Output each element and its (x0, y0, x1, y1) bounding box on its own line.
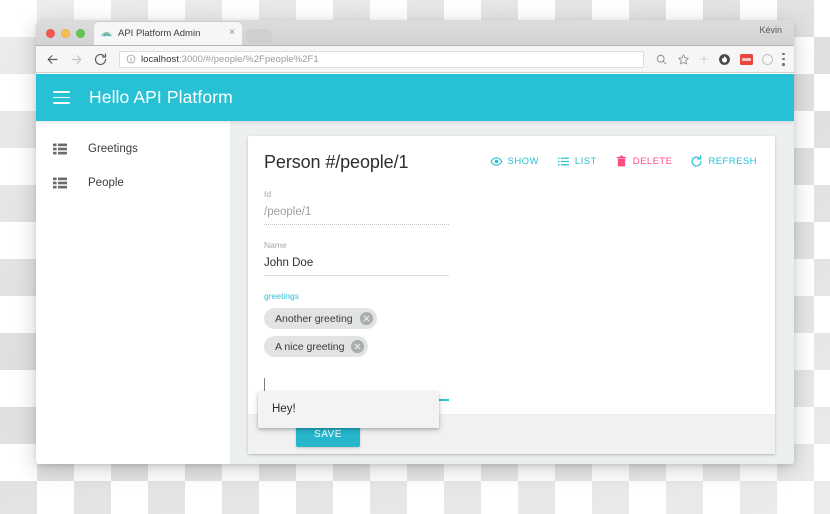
app-body: Greetings People Person #/people/1 SHOW … (36, 121, 794, 464)
autocomplete-dropdown[interactable]: Hey! (258, 392, 439, 428)
browser-tab-strip: API Platform Admin × Kévin (36, 20, 794, 46)
close-circle-icon[interactable] (359, 311, 374, 326)
record-card-header: Person #/people/1 SHOW LIST DELETE REFRE… (248, 136, 775, 177)
browser-window: API Platform Admin × Kévin localhost:300… (36, 20, 794, 464)
extension-red-badge-icon[interactable] (740, 53, 753, 65)
chip[interactable]: A nice greeting (264, 336, 369, 357)
record-card: Person #/people/1 SHOW LIST DELETE REFRE… (248, 136, 775, 454)
delete-button-label: DELETE (632, 156, 673, 167)
browser-tab-title: API Platform Admin (118, 28, 201, 39)
address-bar-url: localhost:3000/#/people/%2Fpeople%2F1 (141, 54, 319, 65)
field-name-value[interactable]: John Doe (264, 257, 449, 275)
refresh-icon (691, 155, 702, 167)
hamburger-icon[interactable] (53, 91, 70, 104)
close-circle-icon[interactable] (350, 339, 365, 354)
extension-flame-icon[interactable] (718, 53, 731, 66)
trash-icon (616, 155, 626, 167)
sidebar-item-greetings[interactable]: Greetings (36, 132, 230, 166)
list-button-label: LIST (574, 156, 597, 167)
list-button[interactable]: LIST (557, 155, 597, 168)
delete-button[interactable]: DELETE (615, 155, 673, 168)
list-grid-icon (53, 143, 67, 155)
new-tab-button[interactable] (246, 29, 272, 43)
list-icon (557, 157, 569, 166)
minimize-window-button[interactable] (61, 29, 70, 38)
sidebar: Greetings People (36, 121, 230, 464)
sidebar-item-label: Greetings (88, 143, 138, 155)
forward-arrow-icon (71, 54, 82, 64)
chip[interactable]: Another greeting (264, 308, 377, 329)
refresh-button-label: REFRESH (708, 156, 757, 167)
record-form: Id /people/1 Name John Doe greetings Ano… (248, 177, 775, 401)
page-title: Person #/people/1 (264, 152, 409, 172)
main-content: Person #/people/1 SHOW LIST DELETE REFRE… (230, 121, 794, 464)
app-title: Hello API Platform (89, 87, 233, 107)
autocomplete-option[interactable]: Hey! (258, 400, 439, 419)
page-viewport: Hello API Platform Greetings People Pers… (36, 74, 794, 464)
sidebar-item-people[interactable]: People (36, 166, 230, 200)
browser-menu-icon[interactable] (782, 52, 785, 66)
bookmark-star-icon[interactable] (677, 53, 690, 66)
url-host: localhost (141, 53, 179, 65)
eye-icon (490, 157, 502, 166)
field-id-label: Id (264, 189, 272, 199)
back-arrow-icon[interactable] (45, 52, 60, 67)
extension-puzzle-icon[interactable] (699, 54, 709, 64)
extension-gray-circle-icon[interactable] (762, 53, 773, 65)
zoom-search-icon[interactable] (655, 53, 668, 66)
close-window-button[interactable] (46, 29, 55, 38)
field-greetings[interactable]: greetings Another greeting A nice greeti… (264, 291, 449, 401)
maximize-window-button[interactable] (76, 29, 85, 38)
list-grid-icon (53, 177, 67, 189)
api-platform-favicon (101, 32, 112, 37)
greetings-chip-list: Another greeting A nice greeting (264, 308, 449, 364)
sidebar-item-label: People (88, 177, 124, 189)
record-actions-toolbar: SHOW LIST DELETE REFRESH (490, 155, 757, 170)
url-path: :3000/#/people/%2Fpeople%2F1 (178, 53, 319, 65)
app-header-bar: Hello API Platform (36, 74, 794, 121)
close-tab-button[interactable]: × (229, 28, 235, 39)
chip-label: Another greeting (275, 312, 353, 325)
browser-profile-name[interactable]: Kévin (759, 25, 782, 35)
show-button[interactable]: SHOW (490, 155, 539, 168)
refresh-button[interactable]: REFRESH (690, 155, 757, 168)
field-name-label: Name (264, 240, 287, 250)
field-greetings-label: greetings (264, 291, 299, 301)
window-traffic-lights[interactable] (36, 29, 94, 45)
site-info-icon[interactable] (126, 54, 136, 64)
field-id-value: /people/1 (264, 206, 312, 218)
browser-toolbar: localhost:3000/#/people/%2Fpeople%2F1 (36, 46, 794, 73)
text-caret (264, 378, 265, 391)
browser-tab[interactable]: API Platform Admin × (94, 22, 242, 45)
show-button-label: SHOW (507, 156, 539, 167)
chip-label: A nice greeting (275, 340, 345, 353)
reload-icon[interactable] (93, 52, 108, 67)
field-id: Id /people/1 (264, 189, 449, 225)
address-bar[interactable]: localhost:3000/#/people/%2Fpeople%2F1 (119, 50, 644, 68)
field-id-underline (264, 224, 449, 225)
field-name-underline (264, 275, 449, 276)
field-name[interactable]: Name John Doe (264, 240, 449, 276)
